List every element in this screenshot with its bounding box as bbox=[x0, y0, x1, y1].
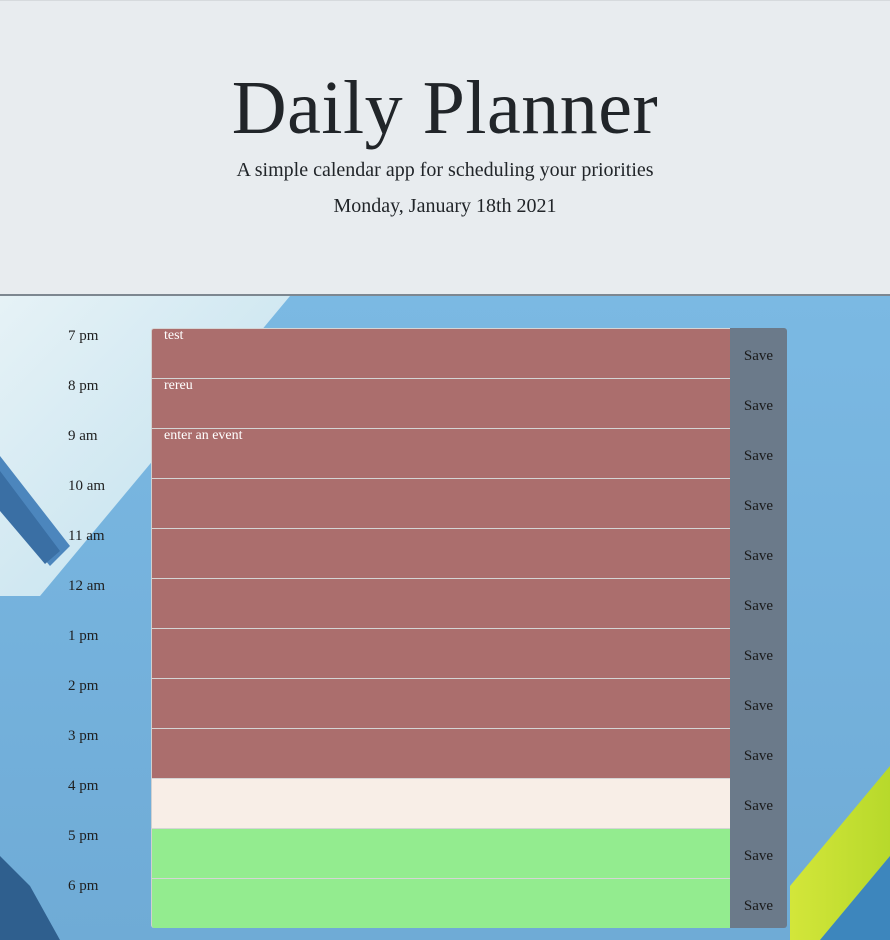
hour-label: 12 am bbox=[68, 578, 106, 594]
hour-label: 4 pm bbox=[68, 778, 99, 794]
hour-label: 7 pm bbox=[68, 328, 99, 344]
hour-label: 1 pm bbox=[68, 628, 99, 644]
event-textarea[interactable] bbox=[151, 578, 730, 628]
event-textarea[interactable]: rereu bbox=[151, 378, 730, 428]
time-block: 11 am Save bbox=[0, 528, 890, 578]
event-textarea[interactable] bbox=[151, 628, 730, 678]
hour-label: 6 pm bbox=[68, 878, 99, 894]
time-block: 1 pm Save bbox=[0, 628, 890, 678]
event-textarea[interactable] bbox=[151, 778, 730, 828]
save-button[interactable]: Save bbox=[730, 728, 787, 778]
time-block: 6 pm Save bbox=[0, 878, 890, 928]
save-button[interactable]: Save bbox=[730, 778, 787, 828]
save-button[interactable]: Save bbox=[730, 478, 787, 528]
time-block: 10 am Save bbox=[0, 478, 890, 528]
save-button[interactable]: Save bbox=[730, 628, 787, 678]
save-button[interactable]: Save bbox=[730, 528, 787, 578]
hour-label: 3 pm bbox=[68, 728, 99, 744]
current-day: Monday, January 18th 2021 bbox=[333, 195, 557, 217]
save-button[interactable]: Save bbox=[730, 828, 787, 878]
page-subtitle: A simple calendar app for scheduling you… bbox=[236, 159, 654, 181]
hour-label: 2 pm bbox=[68, 678, 99, 694]
time-block: 2 pm Save bbox=[0, 678, 890, 728]
time-block: 7 pm test Save bbox=[0, 328, 890, 378]
hour-label: 9 am bbox=[68, 428, 98, 444]
event-textarea[interactable] bbox=[151, 478, 730, 528]
time-block: 9 am enter an event Save bbox=[0, 428, 890, 478]
time-block: 3 pm Save bbox=[0, 728, 890, 778]
time-block: 8 pm rereu Save bbox=[0, 378, 890, 428]
hour-label: 11 am bbox=[68, 528, 105, 544]
save-button[interactable]: Save bbox=[730, 328, 787, 378]
event-textarea[interactable] bbox=[151, 678, 730, 728]
hour-label: 8 pm bbox=[68, 378, 99, 394]
hour-label: 10 am bbox=[68, 478, 106, 494]
page-title: Daily Planner bbox=[231, 66, 659, 150]
event-textarea[interactable]: enter an event bbox=[151, 428, 730, 478]
time-block: 5 pm Save bbox=[0, 828, 890, 878]
header: Daily Planner A simple calendar app for … bbox=[0, 0, 890, 296]
save-button[interactable]: Save bbox=[730, 428, 787, 478]
save-button[interactable]: Save bbox=[730, 578, 787, 628]
event-textarea[interactable] bbox=[151, 878, 730, 928]
event-textarea[interactable] bbox=[151, 528, 730, 578]
save-button[interactable]: Save bbox=[730, 378, 787, 428]
hour-label: 5 pm bbox=[68, 828, 99, 844]
time-block: 12 am Save bbox=[0, 578, 890, 628]
event-textarea[interactable] bbox=[151, 728, 730, 778]
event-textarea[interactable]: test bbox=[151, 328, 730, 378]
save-button[interactable]: Save bbox=[730, 878, 787, 928]
time-block: 4 pm Save bbox=[0, 778, 890, 828]
save-button[interactable]: Save bbox=[730, 678, 787, 728]
event-textarea[interactable] bbox=[151, 828, 730, 878]
